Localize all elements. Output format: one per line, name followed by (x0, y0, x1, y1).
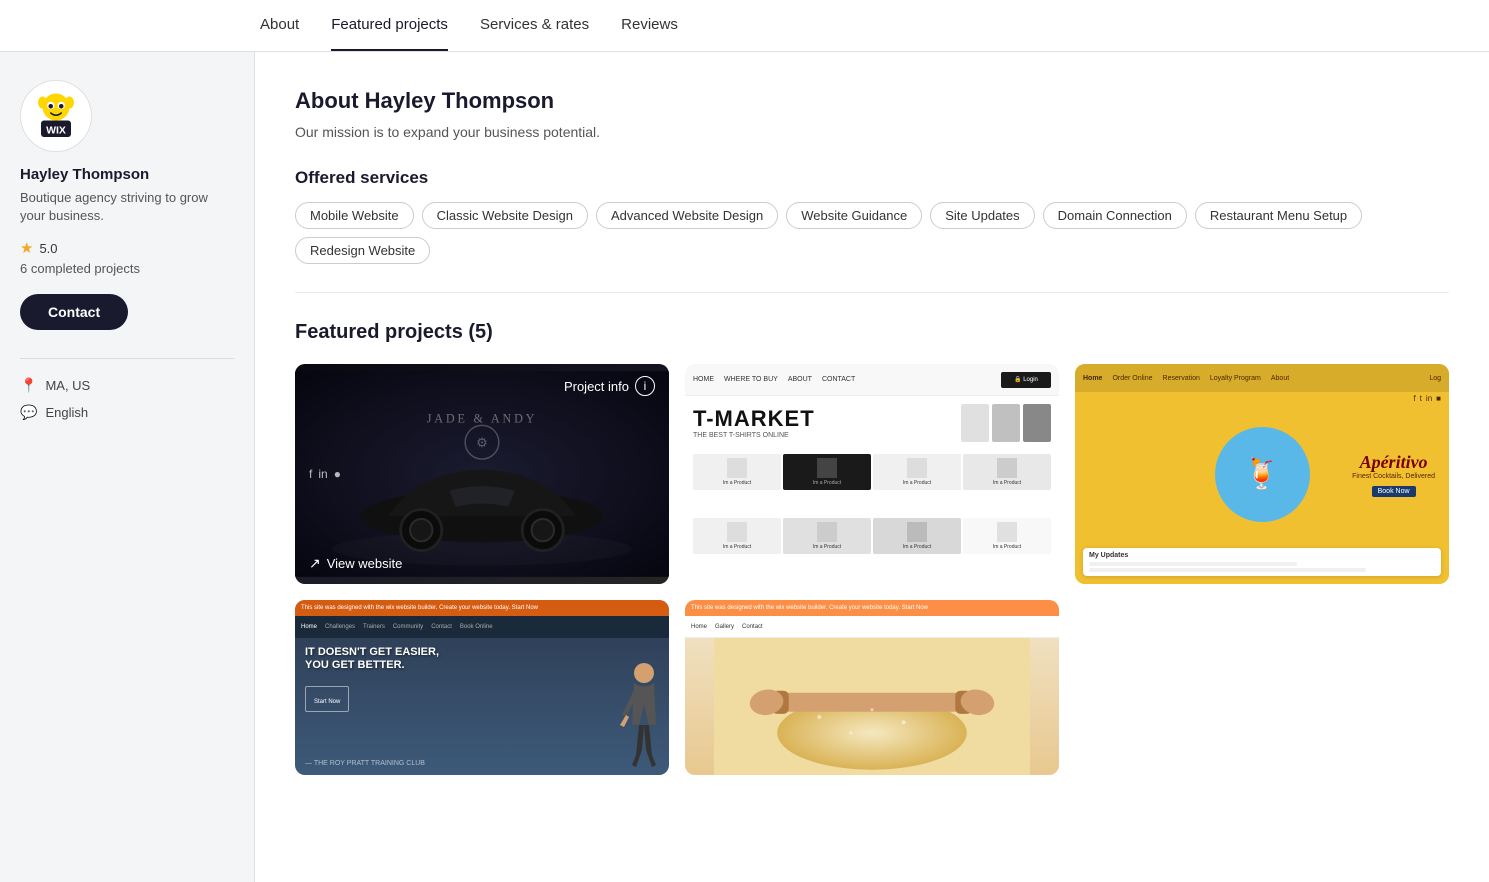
featured-projects-title: Featured projects (5) (295, 321, 1449, 344)
about-subtitle: Our mission is to expand your business p… (295, 124, 1449, 140)
shirt-thumb (961, 404, 989, 442)
info-icon: i (635, 376, 655, 396)
project-card-car[interactable]: JADE & ANDY ⚙ Project info i f in (295, 364, 669, 584)
wix-logo-icon: WIX (26, 86, 86, 146)
star-icon: ★ (20, 239, 33, 257)
project-card-pizza[interactable]: This site was designed with the wix webs… (685, 600, 1059, 775)
offered-services-title: Offered services (295, 168, 1449, 188)
project-card-overlay: Project info i f in ● ↗ View website (295, 364, 669, 584)
location-icon: 📍 (20, 377, 37, 394)
service-tag-classic-website-design[interactable]: Classic Website Design (422, 202, 588, 229)
social-icon-3[interactable]: ● (334, 467, 341, 481)
section-divider (295, 292, 1449, 293)
projects-bottom-row: This site was designed with the wix webs… (295, 600, 1449, 775)
service-tag-domain-connection[interactable]: Domain Connection (1043, 202, 1187, 229)
tmarket-preview: HOME WHERE TO BUY ABOUT CONTACT 🔒 Login … (685, 364, 1059, 584)
social-icon-2[interactable]: in (318, 467, 327, 481)
page-layout: WIX Hayley Thompson Boutique agency stri… (0, 52, 1489, 882)
tmarket-nav-label: HOME (693, 376, 714, 383)
contact-button[interactable]: Contact (20, 294, 128, 330)
logo-container: WIX (20, 80, 92, 152)
nav-featured[interactable]: Featured projects (331, 0, 448, 51)
project-social-icons: f in ● (309, 467, 655, 481)
tmarket-title: T-MARKET (693, 408, 955, 430)
main-content: About Hayley Thompson Our mission is to … (255, 52, 1489, 882)
language-item: 💬 English (20, 404, 234, 421)
pizza-preview: This site was designed with the wix webs… (685, 600, 1059, 775)
aperitivo-preview: Home Order Online Reservation Loyalty Pr… (1075, 364, 1449, 584)
top-navigation: About Featured projects Services & rates… (0, 0, 1489, 52)
about-title: About Hayley Thompson (295, 88, 1449, 114)
language-value: English (45, 405, 88, 420)
facebook-icon[interactable]: f (309, 467, 312, 481)
athlete-silhouette (614, 655, 669, 775)
rating-row: ★ 5.0 (20, 239, 234, 257)
project-card-aperitivo[interactable]: Home Order Online Reservation Loyalty Pr… (1075, 364, 1449, 584)
project-card-fitness[interactable]: This site was designed with the wix webs… (295, 600, 669, 775)
sidebar-meta: 📍 MA, US 💬 English (20, 377, 234, 421)
projects-top-row: JADE & ANDY ⚙ Project info i f in (295, 364, 1449, 584)
location-item: 📍 MA, US (20, 377, 234, 394)
project-info-text: Project info (564, 379, 629, 394)
service-tag-site-updates[interactable]: Site Updates (930, 202, 1034, 229)
language-icon: 💬 (20, 404, 37, 421)
shirt-thumb (992, 404, 1020, 442)
partner-name: Hayley Thompson (20, 166, 234, 183)
service-tag-redesign-website[interactable]: Redesign Website (295, 237, 430, 264)
svg-text:WIX: WIX (46, 124, 66, 136)
featured-projects-section: Featured projects (5) (295, 321, 1449, 775)
view-website-label: View website (327, 556, 403, 571)
services-tags-container: Mobile Website Classic Website Design Ad… (295, 202, 1449, 264)
cocktail-emoji: 🍹 (1243, 457, 1280, 492)
nav-about[interactable]: About (260, 0, 299, 51)
fitness-preview: This site was designed with the wix webs… (295, 600, 669, 775)
external-link-icon: ↗ (309, 555, 321, 572)
nav-services[interactable]: Services & rates (480, 0, 589, 51)
partner-description: Boutique agency striving to grow your bu… (20, 189, 234, 225)
empty-slot (1075, 600, 1449, 775)
service-tag-restaurant-menu-setup[interactable]: Restaurant Menu Setup (1195, 202, 1362, 229)
rating-value: 5.0 (39, 241, 57, 256)
project-info-badge[interactable]: Project info i (309, 376, 655, 396)
project-card-tmarket[interactable]: HOME WHERE TO BUY ABOUT CONTACT 🔒 Login … (685, 364, 1059, 584)
service-tag-mobile-website[interactable]: Mobile Website (295, 202, 414, 229)
view-website-link[interactable]: ↗ View website (309, 555, 655, 572)
sidebar-divider (20, 358, 234, 359)
location-value: MA, US (45, 378, 90, 393)
service-tag-website-guidance[interactable]: Website Guidance (786, 202, 922, 229)
fitness-headline: IT DOESN'T GET EASIER,YOU GET BETTER. (305, 646, 659, 672)
service-tag-advanced-website-design[interactable]: Advanced Website Design (596, 202, 778, 229)
aperitivo-title: Apéritivo (1352, 452, 1435, 473)
shirt-thumb (1023, 404, 1051, 442)
pizza-illustration (685, 638, 1059, 775)
sidebar: WIX Hayley Thompson Boutique agency stri… (0, 52, 255, 882)
about-section: About Hayley Thompson Our mission is to … (295, 88, 1449, 264)
completed-projects: 6 completed projects (20, 261, 234, 276)
nav-reviews[interactable]: Reviews (621, 0, 678, 51)
